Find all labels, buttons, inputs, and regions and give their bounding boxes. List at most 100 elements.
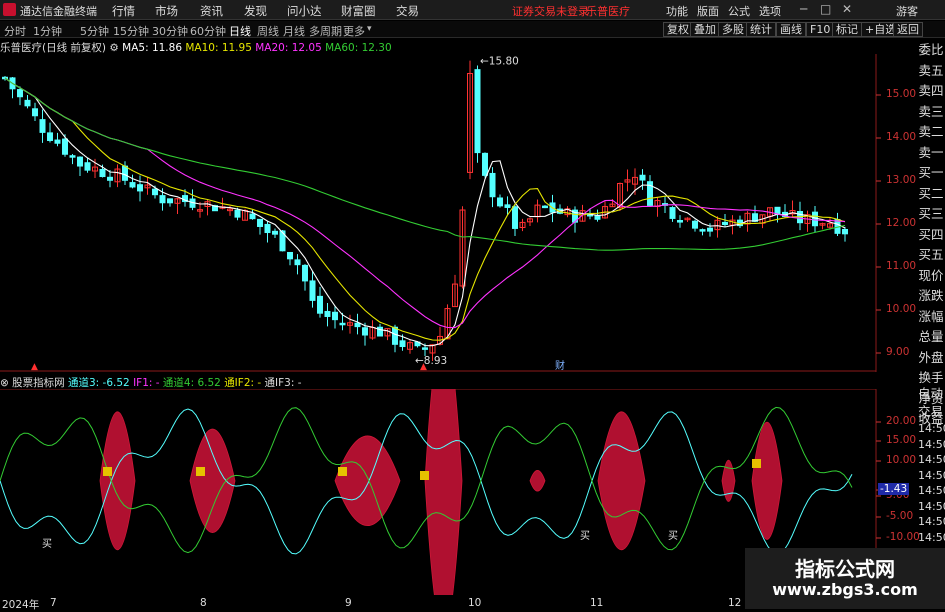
watermark: 指标公式网 www.zbgs3.com	[745, 548, 945, 609]
signal-blob	[424, 389, 463, 595]
quote-field-label: 卖三	[918, 103, 944, 119]
date-tick-label: 7	[50, 597, 57, 609]
period-more[interactable]: 更多	[343, 23, 365, 39]
close-icon[interactable]: ⊗	[0, 377, 9, 389]
watermark-url: www.zbgs3.com	[772, 580, 918, 599]
adjust-button[interactable]: 复权	[663, 22, 693, 37]
trade-time: 14:50	[918, 530, 945, 544]
menu-ask[interactable]: 问小达	[287, 3, 322, 19]
overlay-button[interactable]: 叠加	[690, 22, 720, 37]
candle-down	[512, 206, 518, 229]
quote-field-label: 卖二	[918, 124, 944, 139]
candle-down	[669, 207, 676, 219]
quote-field-label: 涨幅	[918, 308, 944, 324]
period-1min[interactable]: 1分钟	[33, 23, 62, 39]
legend-ma10: MA10: 11.95	[185, 42, 252, 54]
candle-down	[324, 310, 331, 317]
quote-field-label: 涨跌	[918, 288, 944, 303]
candle-down	[309, 280, 316, 301]
candle-down	[129, 182, 136, 188]
candle-down	[354, 322, 361, 328]
period-15min[interactable]: 15分钟	[113, 23, 149, 39]
candlestick-chart[interactable]: ←15.80←8.93▲ ▲ 财	[0, 54, 917, 372]
candle-down	[32, 108, 38, 117]
indicator-legend: ⊗ 股票指标网 通道3: -6.52 IF1: - 通道4: 6.52 通IF2…	[0, 375, 302, 389]
menu-trade[interactable]: 交易	[396, 3, 419, 19]
candle-down	[317, 295, 323, 314]
legend-period-note: (日线 前复权)	[42, 42, 107, 54]
candle-down	[542, 205, 548, 209]
price-tick-label: 13.00	[886, 174, 917, 186]
candle-down	[489, 172, 496, 198]
candle-down	[77, 156, 83, 167]
restore-icon[interactable]: □	[820, 2, 831, 16]
indicator-name: 股票指标网	[12, 377, 65, 389]
menu-discover[interactable]: 发现	[244, 3, 267, 19]
trade-time: 14:50	[918, 484, 945, 497]
quote-field-label: 买五	[918, 247, 944, 262]
period-tick[interactable]: 分时	[4, 23, 26, 39]
chevron-down-icon[interactable]: ▾	[367, 24, 372, 34]
period-30min[interactable]: 30分钟	[152, 23, 188, 39]
quote-field-label: 现价	[918, 267, 944, 283]
period-monthly[interactable]: 月线	[283, 23, 305, 39]
candle-down	[249, 213, 256, 220]
indicator-tick-label: -1.43	[878, 483, 910, 495]
f10-button[interactable]: F10	[806, 22, 835, 37]
quote-field-label: 卖五	[918, 62, 944, 78]
candle-down	[99, 168, 106, 178]
indicator-tick-label: -10.00	[886, 531, 920, 543]
candle-down	[339, 322, 346, 326]
candle-down	[497, 197, 503, 207]
menu-wealth[interactable]: 财富圈	[341, 3, 376, 19]
candle-down	[362, 327, 368, 336]
candle-down	[167, 198, 173, 204]
menu-function[interactable]: 功能	[666, 3, 688, 19]
candle-down	[84, 162, 91, 171]
close-icon[interactable]: ✕	[842, 2, 852, 16]
candle-down	[639, 174, 646, 181]
trade-time: 14:50	[918, 453, 945, 466]
candle-down	[122, 165, 128, 181]
buy-tag	[103, 467, 112, 476]
period-60min[interactable]: 60分钟	[190, 23, 226, 39]
draw-line-button[interactable]: 画线	[776, 22, 806, 37]
candle-down	[17, 89, 23, 98]
signal-blob	[334, 435, 401, 526]
trade-label[interactable]: 交易	[917, 403, 945, 421]
minimize-icon[interactable]: ─	[800, 2, 807, 16]
high-price-label: ←15.80	[480, 56, 519, 68]
multi-stock-button[interactable]: 多股	[718, 22, 748, 37]
login-notice[interactable]: 证券交易未登录	[512, 3, 589, 19]
period-multi[interactable]: 多周期	[309, 23, 342, 39]
mark-button[interactable]: 标记	[832, 22, 862, 37]
buy-tag	[196, 467, 205, 476]
legend-line5: 通IF3: -	[264, 377, 302, 389]
watermark-title: 指标公式网	[795, 557, 895, 581]
back-button[interactable]: 返回	[893, 22, 923, 37]
gear-icon[interactable]: ⚙	[109, 42, 118, 54]
statistics-button[interactable]: 统计	[746, 22, 776, 37]
menu-quotes[interactable]: 行情	[112, 3, 135, 19]
candle-down	[422, 347, 428, 350]
quote-field-label: 总量	[918, 329, 944, 344]
menu-options[interactable]: 选项	[759, 3, 781, 19]
menu-market[interactable]: 市场	[155, 3, 178, 19]
finance-marker: 财	[555, 359, 565, 372]
price-tick-label: 14.00	[886, 131, 917, 143]
period-daily[interactable]: 日线	[229, 23, 251, 39]
period-5min[interactable]: 5分钟	[80, 23, 109, 39]
signal-blob	[529, 470, 546, 492]
menu-news[interactable]: 资讯	[200, 3, 223, 19]
legend-line4: 通IF2: -	[224, 377, 262, 389]
menu-layout[interactable]: 版面	[697, 3, 719, 19]
auto-label[interactable]: 自动	[917, 385, 945, 403]
guest-label[interactable]: 游客	[896, 3, 918, 19]
candle-down	[399, 340, 406, 348]
quote-field-label: 买二	[918, 185, 944, 201]
date-tick-label: 2024年	[2, 599, 40, 611]
menu-formula[interactable]: 公式	[728, 3, 750, 19]
candle-down	[332, 311, 338, 321]
legend-line3: 通道4: 6.52	[162, 377, 221, 389]
period-weekly[interactable]: 周线	[257, 23, 279, 39]
